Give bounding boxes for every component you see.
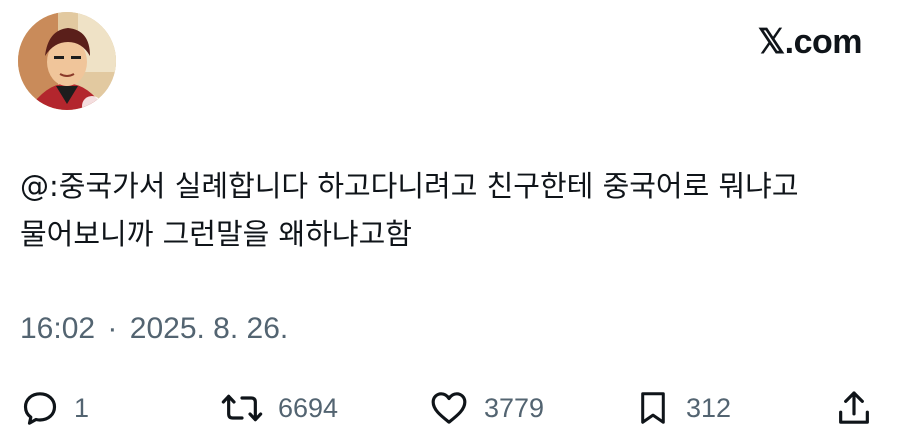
like-count: 3779 <box>484 392 545 423</box>
avatar-image <box>18 12 116 110</box>
heart-icon <box>431 392 467 424</box>
avatar[interactable] <box>18 12 116 110</box>
reply-icon <box>23 392 57 425</box>
tweet-text: @:중국가서 실례합니다 하고다니려고 친구한테 중국어로 뭐냐고 물어보니까 … <box>20 169 799 251</box>
tweet-time: 16:02 <box>20 312 96 345</box>
reply-count: 1 <box>74 392 90 423</box>
like-button[interactable]: 3779 <box>428 384 544 432</box>
share-button[interactable] <box>834 384 874 432</box>
bookmark-icon <box>641 392 665 424</box>
x-logo: 𝕏.com <box>757 23 863 61</box>
tweet-date: 2025. 8. 26. <box>129 312 289 345</box>
share-icon <box>839 391 869 424</box>
retweet-icon <box>221 394 263 422</box>
reply-button[interactable]: 1 <box>20 384 89 432</box>
meta-separator: · <box>107 312 118 345</box>
retweet-button[interactable]: 6694 <box>220 384 338 432</box>
bookmark-button[interactable]: 312 <box>634 384 731 432</box>
tweet-timestamp[interactable]: 16:02 · 2025. 8. 26. <box>20 312 288 346</box>
bookmark-count: 312 <box>686 392 732 423</box>
retweet-count: 6694 <box>278 392 339 423</box>
action-bar: 1 6694 3779 312 <box>0 384 900 432</box>
